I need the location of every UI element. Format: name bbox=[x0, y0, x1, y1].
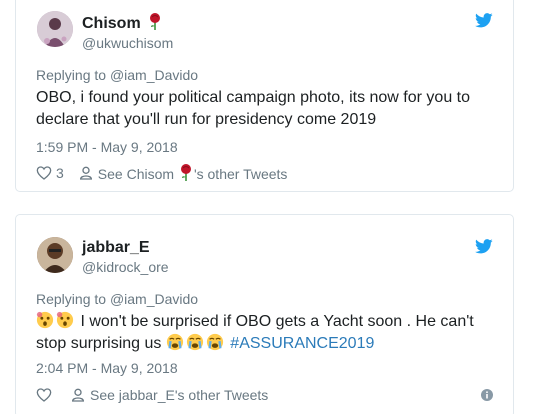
heart-icon[interactable] bbox=[36, 387, 52, 403]
tweet-timestamp[interactable]: 2:04 PM - May 9, 2018 bbox=[36, 360, 178, 376]
rose-icon bbox=[180, 164, 191, 181]
see-other-tweets-link[interactable]: See jabbar_E's other Tweets bbox=[90, 387, 268, 403]
tweet-timestamp[interactable]: 1:59 PM - May 9, 2018 bbox=[36, 139, 178, 155]
user-icon bbox=[71, 388, 85, 402]
replying-to-link[interactable]: @iam_Davido bbox=[110, 67, 198, 83]
tweet-text: I won't be surprised if OBO gets a Yacht… bbox=[36, 311, 491, 355]
user-handle[interactable]: @ukwuchisom bbox=[82, 35, 173, 51]
replying-to: Replying to @iam_Davido bbox=[36, 67, 198, 83]
crying-face-emoji-icon bbox=[186, 333, 203, 351]
replying-label: Replying to bbox=[36, 67, 107, 83]
display-name[interactable]: jabbar_E bbox=[82, 239, 150, 257]
hashtag-link[interactable]: #ASSURANCE2019 bbox=[230, 335, 374, 352]
user-handle[interactable]: @kidrock_ore bbox=[82, 259, 169, 275]
tweet-actions: See jabbar_E's other Tweets bbox=[36, 387, 268, 403]
rose-icon bbox=[150, 13, 161, 30]
avatar[interactable] bbox=[37, 237, 73, 273]
see-other-tweets-prefix[interactable]: See Chisom bbox=[98, 166, 174, 182]
astonished-face-emoji-icon bbox=[56, 311, 74, 329]
tweet-text: OBO, i found your political campaign pho… bbox=[36, 89, 471, 128]
twitter-bird-icon[interactable] bbox=[475, 13, 493, 28]
display-name[interactable]: Chisom bbox=[82, 13, 161, 33]
tweet-card-chisom: Chisom @ukwuchisom Replying to @iam_Davi… bbox=[15, 0, 514, 192]
replying-label: Replying to bbox=[36, 291, 107, 307]
replying-to-link[interactable]: @iam_Davido bbox=[110, 291, 198, 307]
crying-face-emoji-icon bbox=[166, 333, 183, 351]
crying-face-emoji-icon bbox=[206, 333, 223, 351]
tweet-card-jabbar: jabbar_E @kidrock_ore Replying to @iam_D… bbox=[15, 214, 514, 414]
see-other-tweets-suffix[interactable]: 's other Tweets bbox=[194, 166, 287, 182]
like-count[interactable]: 3 bbox=[56, 165, 64, 181]
see-other-tweets-link[interactable]: See Chisom 's other Tweets bbox=[98, 164, 287, 182]
replying-to: Replying to @iam_Davido bbox=[36, 291, 198, 307]
astonished-face-emoji-icon bbox=[36, 311, 54, 329]
user-icon bbox=[79, 166, 92, 180]
heart-icon[interactable] bbox=[36, 165, 52, 181]
display-name-text[interactable]: Chisom bbox=[82, 15, 141, 32]
twitter-bird-icon[interactable] bbox=[475, 239, 493, 254]
tweet-actions: 3 See Chisom 's other Tweets bbox=[36, 164, 287, 182]
avatar[interactable] bbox=[37, 11, 73, 47]
info-icon[interactable] bbox=[481, 389, 493, 401]
